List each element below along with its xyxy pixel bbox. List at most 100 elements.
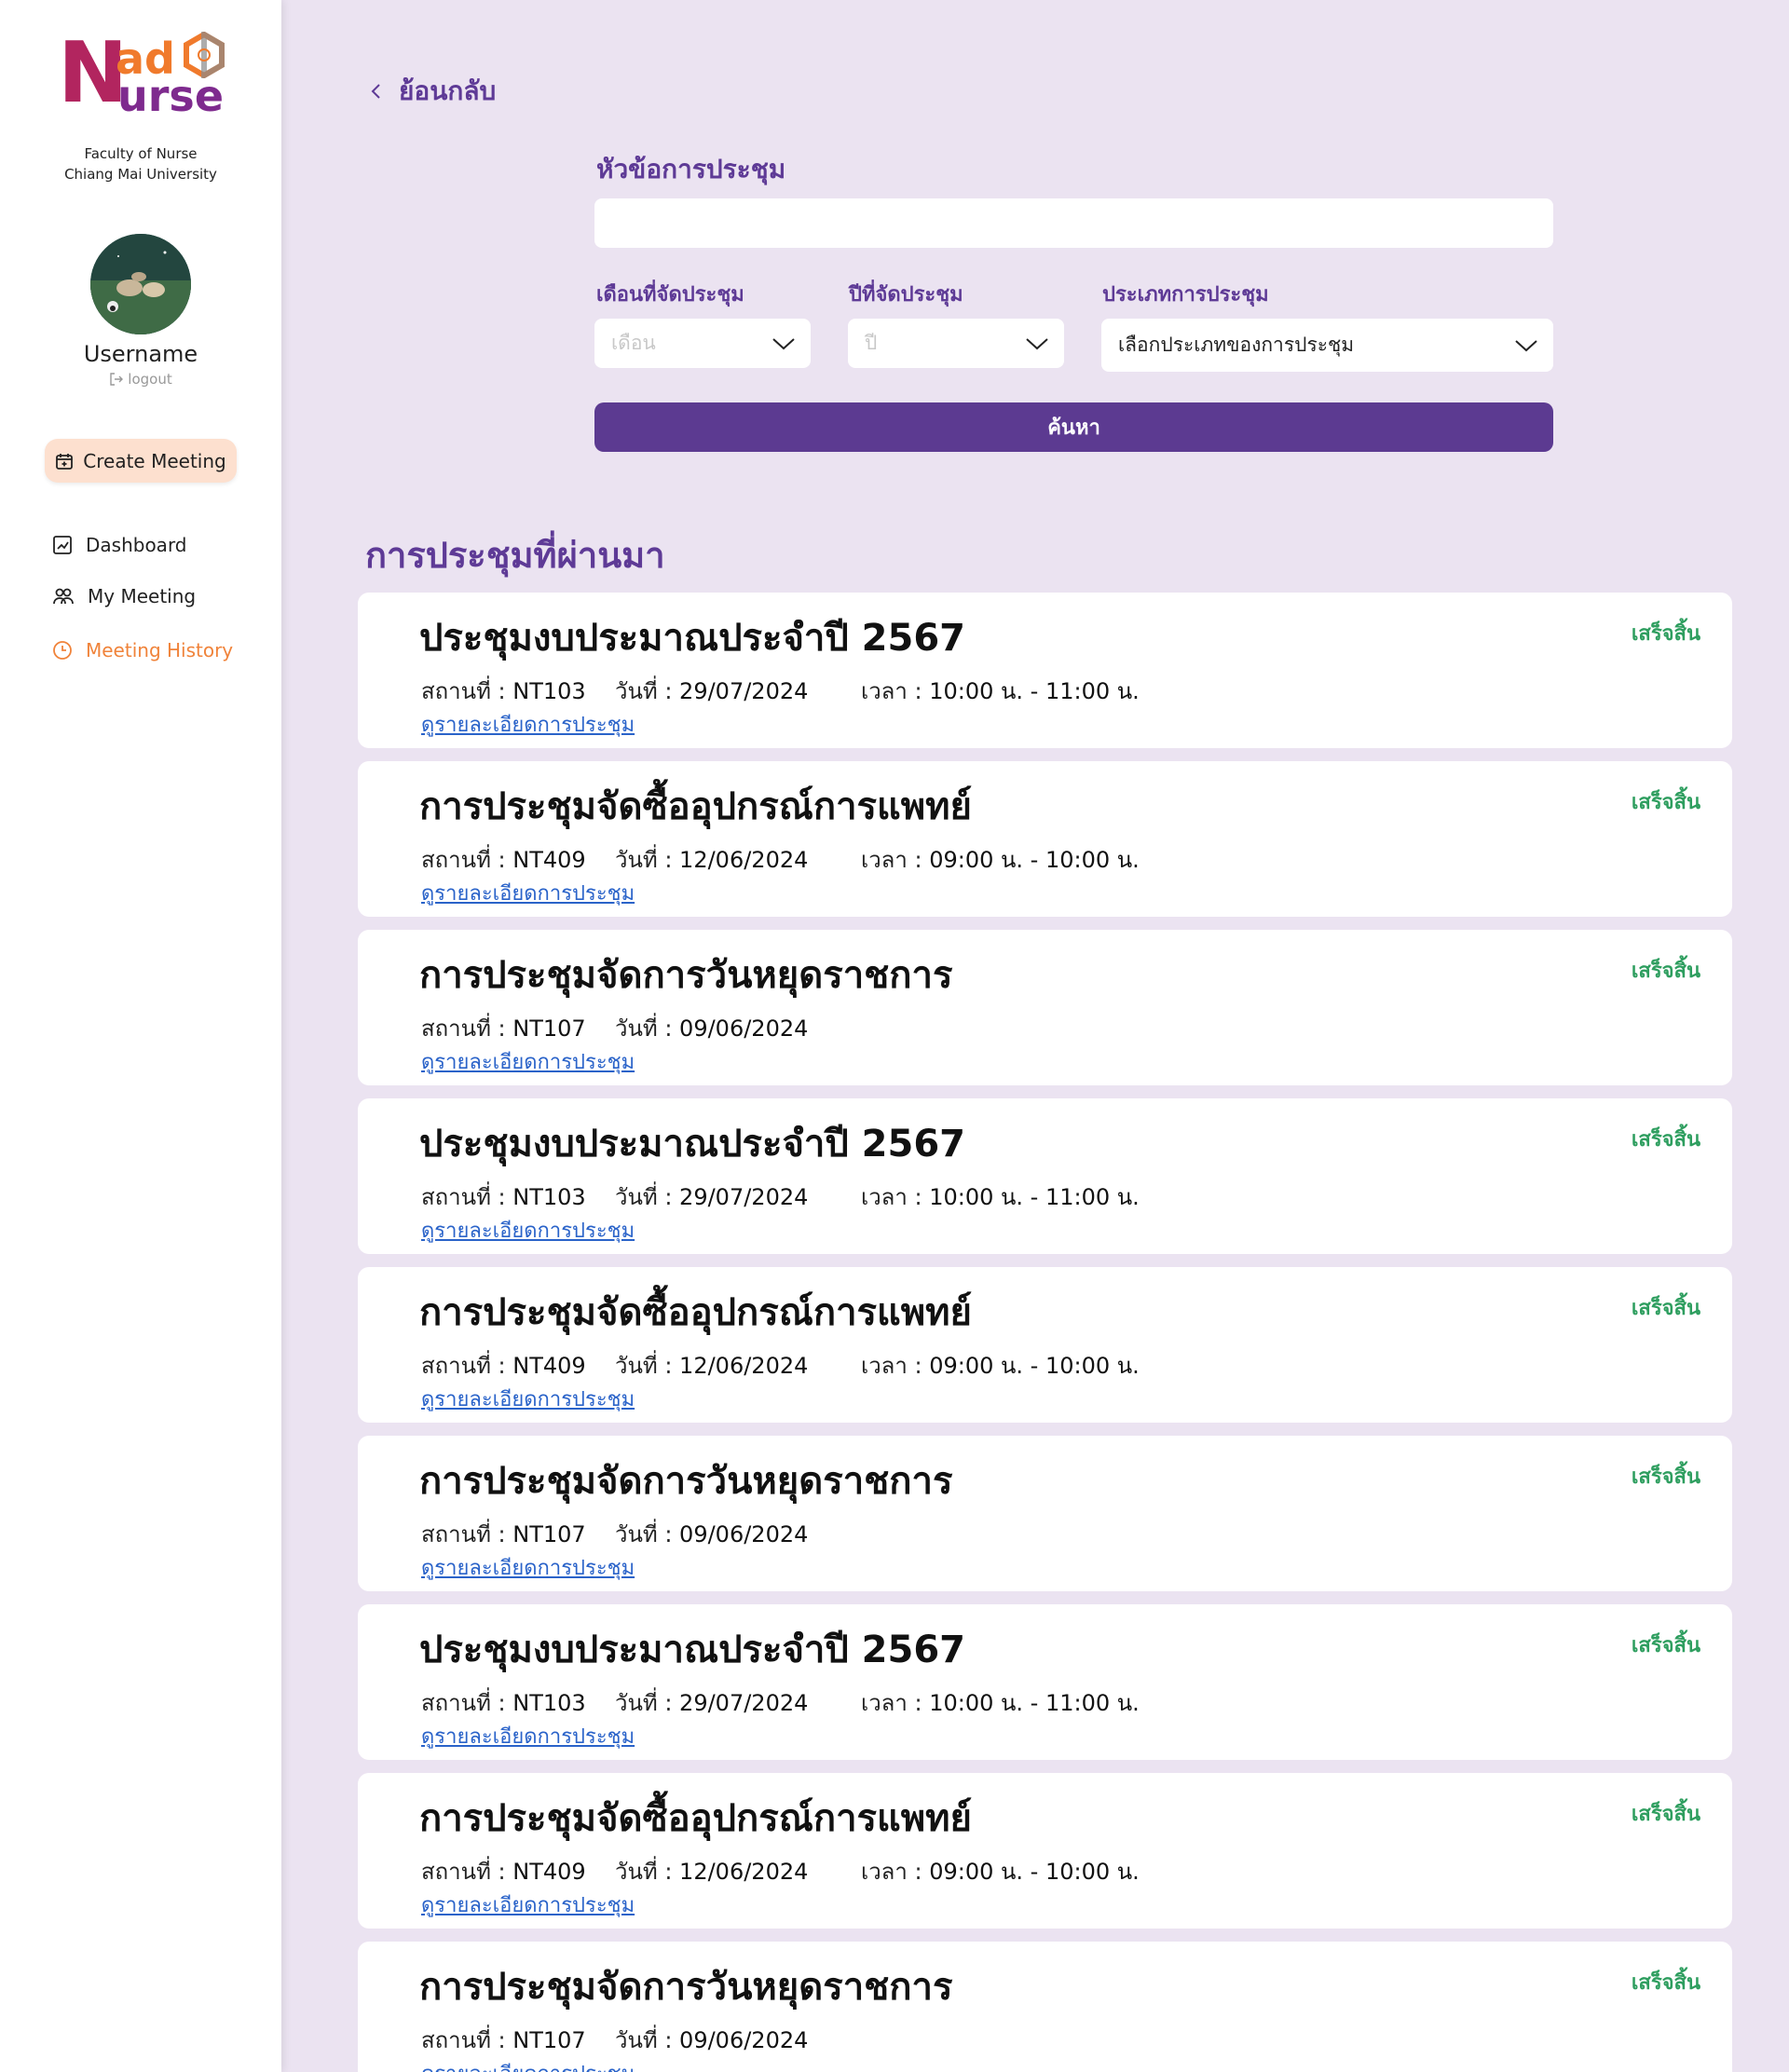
date-value: 09/06/2024 <box>679 1016 809 1042</box>
meeting-card: ประชุมงบประมาณประจำปี 2567 เสร็จสิ้น สถานท… <box>358 593 1732 748</box>
month-select[interactable]: เดือน <box>594 319 811 368</box>
place-value: NT409 <box>512 1859 586 1885</box>
meeting-place: สถานที่ : NT409 <box>421 1347 586 1384</box>
meeting-card: การประชุมจัดการวันหยุดราชการ เสร็จสิ้นสถา… <box>358 930 1732 1085</box>
section-title: การประชุมที่ผ่านมา <box>365 535 665 576</box>
meeting-detail-link[interactable]: ดูรายละเอียดการประชุม <box>421 1214 635 1247</box>
meeting-card: ประชุมงบประมาณประจำปี 2567 เสร็จสิ้น สถานท… <box>358 1604 1732 1760</box>
meeting-title: ประชุมงบประมาณประจำปี 2567 <box>419 1629 965 1671</box>
time-label: เวลา : <box>861 1859 930 1885</box>
status-badge: เสร็จสิ้น <box>1631 1971 1700 1995</box>
people-icon <box>53 588 74 605</box>
meeting-time: เวลา : 09:00 น. - 10:00 น. <box>861 1347 1140 1384</box>
logo-text-urse: urse <box>117 71 225 121</box>
meeting-detail-link[interactable]: ดูรายละเอียดการประชุม <box>421 877 635 909</box>
place-value: NT409 <box>512 847 586 873</box>
meeting-card: การประชุมจัดการวันหยุดราชการ เสร็จสิ้น สถา… <box>358 1436 1732 1591</box>
time-label: เวลา : <box>861 1184 930 1210</box>
logout-button[interactable]: logout <box>0 371 281 388</box>
meeting-title: การประชุมจัดการวันหยุดราชการ <box>419 954 953 997</box>
meeting-card: การประชุมจัดซื้ออุปกรณ์การแพทย์ เสร็จสิ้น… <box>358 1773 1732 1929</box>
back-label: ย้อนกลับ <box>399 75 497 106</box>
year-select[interactable]: ปี <box>848 319 1064 368</box>
date-label: วันที่ : <box>615 1016 680 1042</box>
sidebar-item-label: My Meeting <box>88 585 197 607</box>
sidebar-item-my-meeting[interactable]: My Meeting <box>52 585 196 607</box>
status-badge: เสร็จสิ้น <box>1631 791 1700 814</box>
topic-input[interactable] <box>594 198 1553 248</box>
avatar[interactable] <box>90 234 191 334</box>
meeting-card: การประชุมจัดซื้ออุปกรณ์การแพทย์ เสร็จสิ้น… <box>358 761 1732 917</box>
meeting-detail-link[interactable]: ดูรายละเอียดการประชุม <box>421 1720 635 1752</box>
meeting-time: เวลา : 10:00 น. - 11:00 น. <box>861 1684 1140 1721</box>
meeting-detail-link[interactable]: ดูรายละเอียดการประชุม <box>421 1383 635 1415</box>
place-value: NT409 <box>512 1353 586 1379</box>
place-label: สถานที่ : <box>421 1016 513 1042</box>
date-label: วันที่ : <box>615 1690 680 1716</box>
date-value: 12/06/2024 <box>679 1859 809 1885</box>
date-value: 12/06/2024 <box>679 1353 809 1379</box>
meeting-place: สถานที่ : NT107 <box>421 2022 586 2058</box>
meeting-card: การประชุมจัดซื้ออุปกรณ์การแพทย์ เสร็จสิ้น… <box>358 1267 1732 1423</box>
place-label: สถานที่ : <box>421 1859 513 1885</box>
sidebar-item-dashboard[interactable]: Dashboard <box>52 534 187 556</box>
type-select[interactable]: เลือกประเภทของการประชุม <box>1101 319 1553 372</box>
meeting-date: วันที่ : 12/06/2024 <box>615 1853 808 1889</box>
date-label: วันที่ : <box>615 2027 680 2053</box>
chart-icon <box>53 536 72 554</box>
meeting-date: วันที่ : 29/07/2024 <box>615 1684 808 1721</box>
place-value: NT107 <box>512 1016 586 1042</box>
place-label: สถานที่ : <box>421 1521 513 1547</box>
faculty-text: Faculty of Nurse Chiang Mai University <box>0 143 281 184</box>
clock-icon <box>53 641 72 660</box>
faculty-line-2: Chiang Mai University <box>64 166 217 183</box>
nadnurse-logo[interactable]: N ad urse <box>58 30 229 119</box>
back-button[interactable]: ย้อนกลับ <box>369 71 496 112</box>
faculty-line-1: Faculty of Nurse <box>84 145 198 162</box>
time-value: 09:00 น. - 10:00 น. <box>929 847 1140 873</box>
chevron-left-icon <box>371 84 380 99</box>
date-label: วันที่ : <box>615 1859 680 1885</box>
time-value: 10:00 น. - 11:00 น. <box>929 1184 1140 1210</box>
meeting-time: เวลา : 09:00 น. - 10:00 น. <box>861 1853 1140 1889</box>
search-button[interactable]: ค้นหา <box>594 402 1553 452</box>
chevron-down-icon <box>1515 339 1537 351</box>
time-label: เวลา : <box>861 1353 930 1379</box>
sidebar-item-label: Dashboard <box>86 534 187 556</box>
meeting-detail-link[interactable]: ดูรายละเอียดการประชุม <box>421 1888 635 1921</box>
meeting-detail-link[interactable]: ดูรายละเอียดการประชุม <box>421 708 635 741</box>
calendar-add-icon <box>56 453 74 470</box>
meeting-place: สถานที่ : NT107 <box>421 1010 586 1046</box>
logout-icon <box>110 373 124 386</box>
meeting-time: เวลา : 09:00 น. - 10:00 น. <box>861 841 1140 878</box>
month-label: เดือนที่จัดประชุม <box>596 283 744 307</box>
date-label: วันที่ : <box>615 1521 680 1547</box>
place-value: NT107 <box>512 2027 586 2053</box>
date-label: วันที่ : <box>615 1184 680 1210</box>
date-value: 12/06/2024 <box>679 847 809 873</box>
meeting-title: ประชุมงบประมาณประจำปี 2567 <box>419 1123 965 1166</box>
meeting-date: วันที่ : 12/06/2024 <box>615 1347 808 1384</box>
meeting-detail-link[interactable]: ดูรายละเอียดการประชุม <box>421 1045 635 1078</box>
status-badge: เสร็จสิ้น <box>1631 960 1700 983</box>
create-meeting-button[interactable]: Create Meeting <box>45 439 237 483</box>
meeting-date: วันที่ : 09/06/2024 <box>615 2022 808 2058</box>
year-placeholder: ปี <box>865 332 878 354</box>
type-label: ประเภทการประชุม <box>1102 283 1269 307</box>
meeting-detail-link[interactable]: ดูรายละเอียดการประชุม <box>421 2057 635 2072</box>
meeting-place: สถานที่ : NT103 <box>421 1684 586 1721</box>
meeting-place: สถานที่ : NT103 <box>421 1179 586 1215</box>
time-label: เวลา : <box>861 847 930 873</box>
meeting-date: วันที่ : 09/06/2024 <box>615 1516 808 1552</box>
place-label: สถานที่ : <box>421 847 513 873</box>
sidebar-item-meeting-history[interactable]: Meeting History <box>52 639 233 661</box>
meeting-date: วันที่ : 29/07/2024 <box>615 1179 808 1215</box>
place-label: สถานที่ : <box>421 1184 513 1210</box>
hexagon-logo-icon <box>184 32 225 78</box>
time-value: 10:00 น. - 11:00 น. <box>929 678 1140 704</box>
place-label: สถานที่ : <box>421 678 513 704</box>
meeting-date: วันที่ : 29/07/2024 <box>615 673 808 709</box>
meeting-detail-link[interactable]: ดูรายละเอียดการประชุม <box>421 1551 635 1584</box>
meeting-date: วันที่ : 09/06/2024 <box>615 1010 808 1046</box>
status-badge: เสร็จสิ้น <box>1631 1803 1700 1826</box>
